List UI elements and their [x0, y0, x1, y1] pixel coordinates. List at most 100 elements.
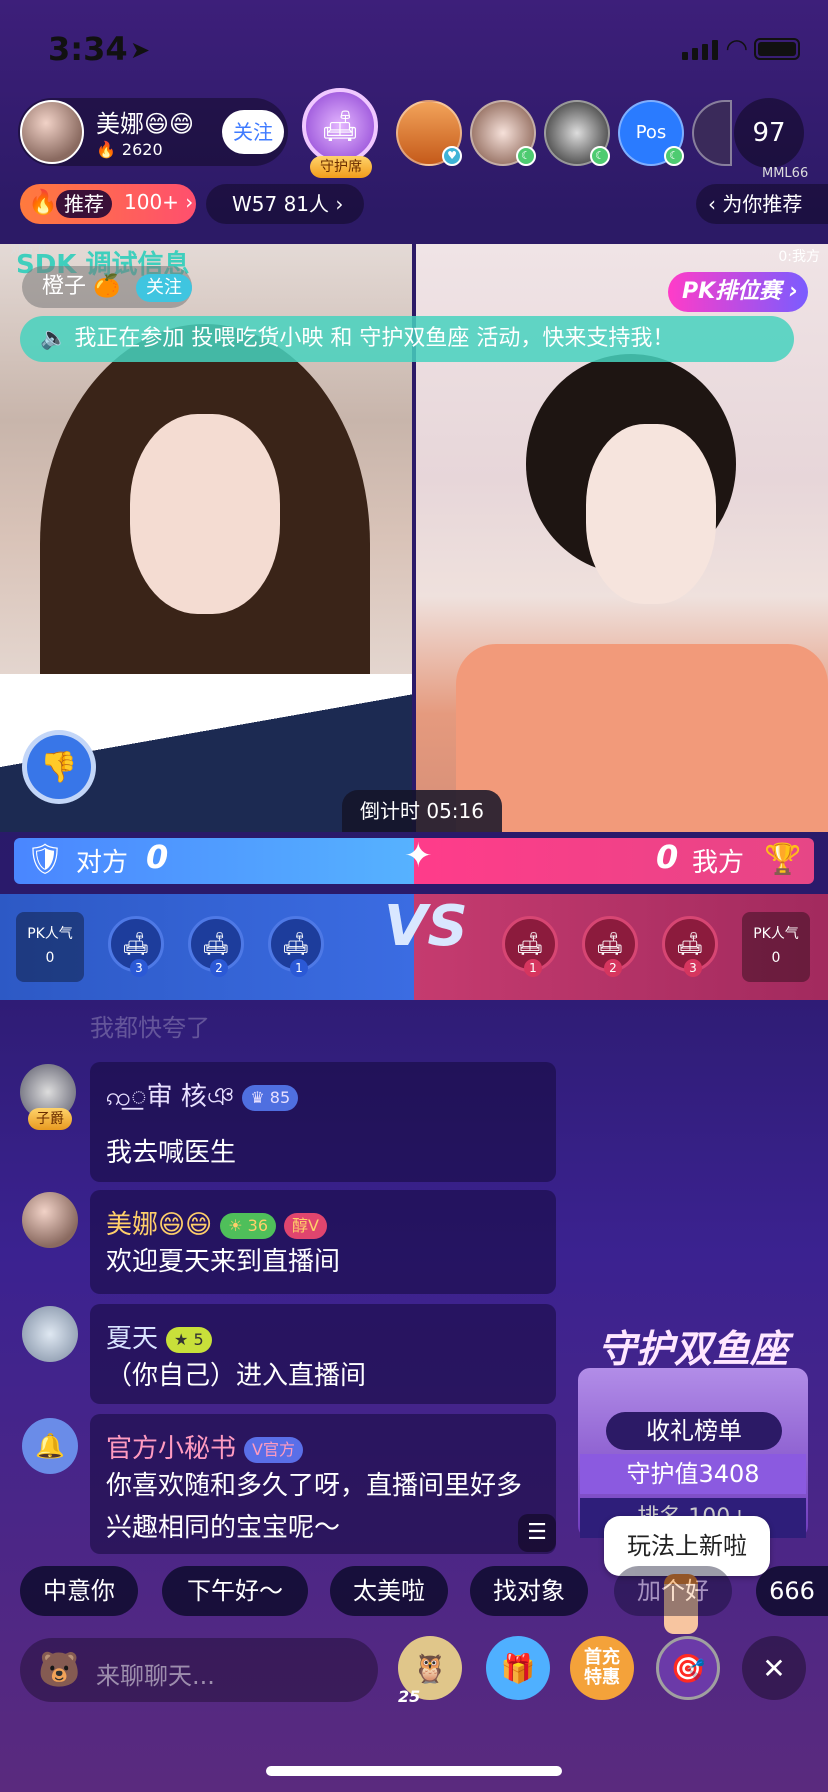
moon-icon: ☾	[516, 146, 536, 166]
quick-reply[interactable]: 找对象	[470, 1566, 588, 1616]
chat-avatar[interactable]	[22, 1306, 78, 1362]
chat-avatar[interactable]	[22, 1192, 78, 1248]
pk-right-score: 0	[656, 838, 679, 876]
sofa-icon: 🛋	[302, 88, 378, 164]
cellular-signal-icon	[682, 40, 718, 60]
chevron-left-icon: ‹	[708, 192, 716, 216]
viewer-tag: MML66	[762, 166, 809, 181]
moon-icon: ☾	[664, 146, 684, 166]
flame-icon: 🔥	[96, 140, 116, 159]
for-you-label: 为你推荐	[722, 192, 803, 216]
activity-notice[interactable]: 🔈 我正在参加 投喂吃货小映 和 守护双鱼座 活动，快来支持我！	[20, 316, 794, 362]
guard-seat[interactable]: 🛋 守护席	[296, 88, 384, 180]
opponent-crest-icon: 🛡	[26, 842, 65, 877]
opponent-name: 橙子	[42, 274, 87, 299]
quick-reply[interactable]: 加个好	[614, 1566, 732, 1616]
left-pop-value: 0	[45, 950, 55, 966]
quick-reply[interactable]: 下午好～	[162, 1566, 308, 1616]
bear-icon: 🐻	[38, 1650, 81, 1690]
viewer-avatar[interactable]: Pos ☾	[618, 100, 684, 166]
host-avatar[interactable]	[20, 100, 84, 164]
host-heat: 🔥 2620	[96, 140, 163, 159]
chat-faded-message: 我都快夸了	[90, 1014, 210, 1042]
close-icon[interactable]: ✕	[742, 1636, 806, 1700]
first-recharge-button[interactable]: 首充特惠	[570, 1636, 634, 1700]
pk-right-label: 我方	[692, 848, 745, 878]
level-badge: ★ 5	[166, 1326, 212, 1353]
video-figure	[130, 414, 280, 614]
left-seat[interactable]: 🛋 3	[108, 916, 164, 977]
chat-username: 美娜😄😄 ☀ 36 醇V	[106, 1204, 540, 1241]
chat-text: （你自己）进入直播间	[106, 1361, 367, 1391]
vs-label: VS	[384, 894, 468, 959]
host-heat-value: 2620	[121, 140, 163, 159]
viewer-avatar[interactable]	[692, 100, 732, 166]
chat-username: 官方小秘书 V官方	[106, 1428, 540, 1465]
quick-reply[interactable]: 中意你	[20, 1566, 138, 1616]
seat-number: 2	[210, 959, 228, 977]
quick-reply[interactable]: 666	[756, 1566, 828, 1616]
viewer-avatar[interactable]: ☾	[544, 100, 610, 166]
viewer-count[interactable]: 97	[734, 98, 804, 168]
chevron-right-icon: ›	[335, 192, 344, 216]
chat-filter-icon[interactable]: ☰	[518, 1514, 556, 1552]
video-figure	[586, 424, 716, 604]
right-pk-popularity[interactable]: PK人气 0	[742, 912, 810, 982]
rank-board-button[interactable]: 收礼榜单	[606, 1412, 782, 1450]
pk-video-area: 对方:0 SDK 调试信息 0:我方 橙子 🍊 关注 PK排位赛 › 🔈 我正在…	[0, 244, 828, 832]
video-figure	[456, 644, 828, 832]
chat-message[interactable]: 美娜😄😄 ☀ 36 醇V 欢迎夏天来到直播间	[90, 1190, 556, 1294]
level-badge: ♛ 85	[242, 1084, 299, 1111]
location-arrow-icon: ➤	[130, 36, 151, 64]
seat-number: 2	[604, 959, 622, 977]
status-time: 3:34	[48, 30, 128, 68]
left-seat[interactable]: 🛋 1	[268, 916, 324, 977]
wifi-icon: ◠	[725, 34, 748, 64]
fire-icon: 🔥	[28, 188, 58, 216]
opponent-follow-button[interactable]: 关注	[136, 274, 192, 302]
speaker-icon: 🔈	[40, 326, 68, 351]
thumbs-down-icon[interactable]: 👎	[22, 730, 96, 804]
chat-message[interactable]: 官方小秘书 V官方 你喜欢随和多久了呀，直播间里好多兴趣相同的宝宝呢～	[90, 1414, 556, 1554]
recommend-count: 100+ ›	[124, 190, 194, 214]
notice-text: 我正在参加 投喂吃货小映 和 守护双鱼座 活动，快来支持我！	[74, 326, 675, 351]
right-seat[interactable]: 🛋 3	[662, 916, 718, 977]
host-name: 美娜😄😄	[96, 110, 195, 138]
wheel-icon[interactable]: 🎯	[656, 1636, 720, 1700]
guard-value: 守护值3408	[580, 1454, 806, 1494]
guard-seat-label: 守护席	[310, 156, 372, 178]
for-you-button[interactable]: ‹ 为你推荐	[696, 184, 828, 224]
battery-icon	[754, 38, 800, 60]
pk-rank-label: PK排位赛	[682, 279, 782, 304]
left-pop-label: PK人气	[27, 926, 73, 942]
rank-pill-text: W57 81人	[232, 192, 330, 216]
pk-rank-button[interactable]: PK排位赛 ›	[668, 272, 808, 312]
rank-badge: 子爵	[28, 1108, 72, 1130]
vip-badge: 醇V	[284, 1212, 327, 1239]
chat-message[interactable]: 夏天 ★ 5 （你自己）进入直播间	[90, 1304, 556, 1404]
chat-message[interactable]: ꩡ꯭审 核ঞ ♛ 85 我去喊医生	[90, 1062, 556, 1182]
right-seat[interactable]: 🛋 1	[502, 916, 558, 977]
bell-icon[interactable]: 🔔	[22, 1418, 78, 1474]
candy-gift-button[interactable]: 🦉 25	[398, 1636, 462, 1706]
pk-left-score: 0	[146, 838, 169, 876]
follow-button[interactable]: 关注	[222, 110, 284, 154]
rank-pill[interactable]: W57 81人 ›	[206, 184, 364, 224]
chat-username: 夏天 ★ 5	[106, 1318, 540, 1355]
right-seat[interactable]: 🛋 2	[582, 916, 638, 977]
quick-reply[interactable]: 太美啦	[330, 1566, 448, 1616]
home-indicator	[266, 1766, 562, 1776]
seat-number: 1	[524, 959, 542, 977]
viewer-avatar[interactable]: ♥	[396, 100, 462, 166]
official-badge: V官方	[244, 1436, 303, 1463]
gift-icon[interactable]: 🎁	[486, 1636, 550, 1700]
viewer-avatar[interactable]: ☾	[470, 100, 536, 166]
recommend-label: 推荐	[56, 190, 112, 218]
sparkle-icon: ✦	[404, 836, 433, 876]
status-bar: 3:34 ➤ ◠	[0, 0, 828, 96]
right-pop-value: 0	[771, 950, 781, 966]
left-pk-popularity[interactable]: PK人气 0	[16, 912, 84, 982]
seat-number: 3	[684, 959, 702, 977]
chat-username: ꩡ꯭审 核ঞ ♛ 85	[106, 1076, 540, 1120]
left-seat[interactable]: 🛋 2	[188, 916, 244, 977]
